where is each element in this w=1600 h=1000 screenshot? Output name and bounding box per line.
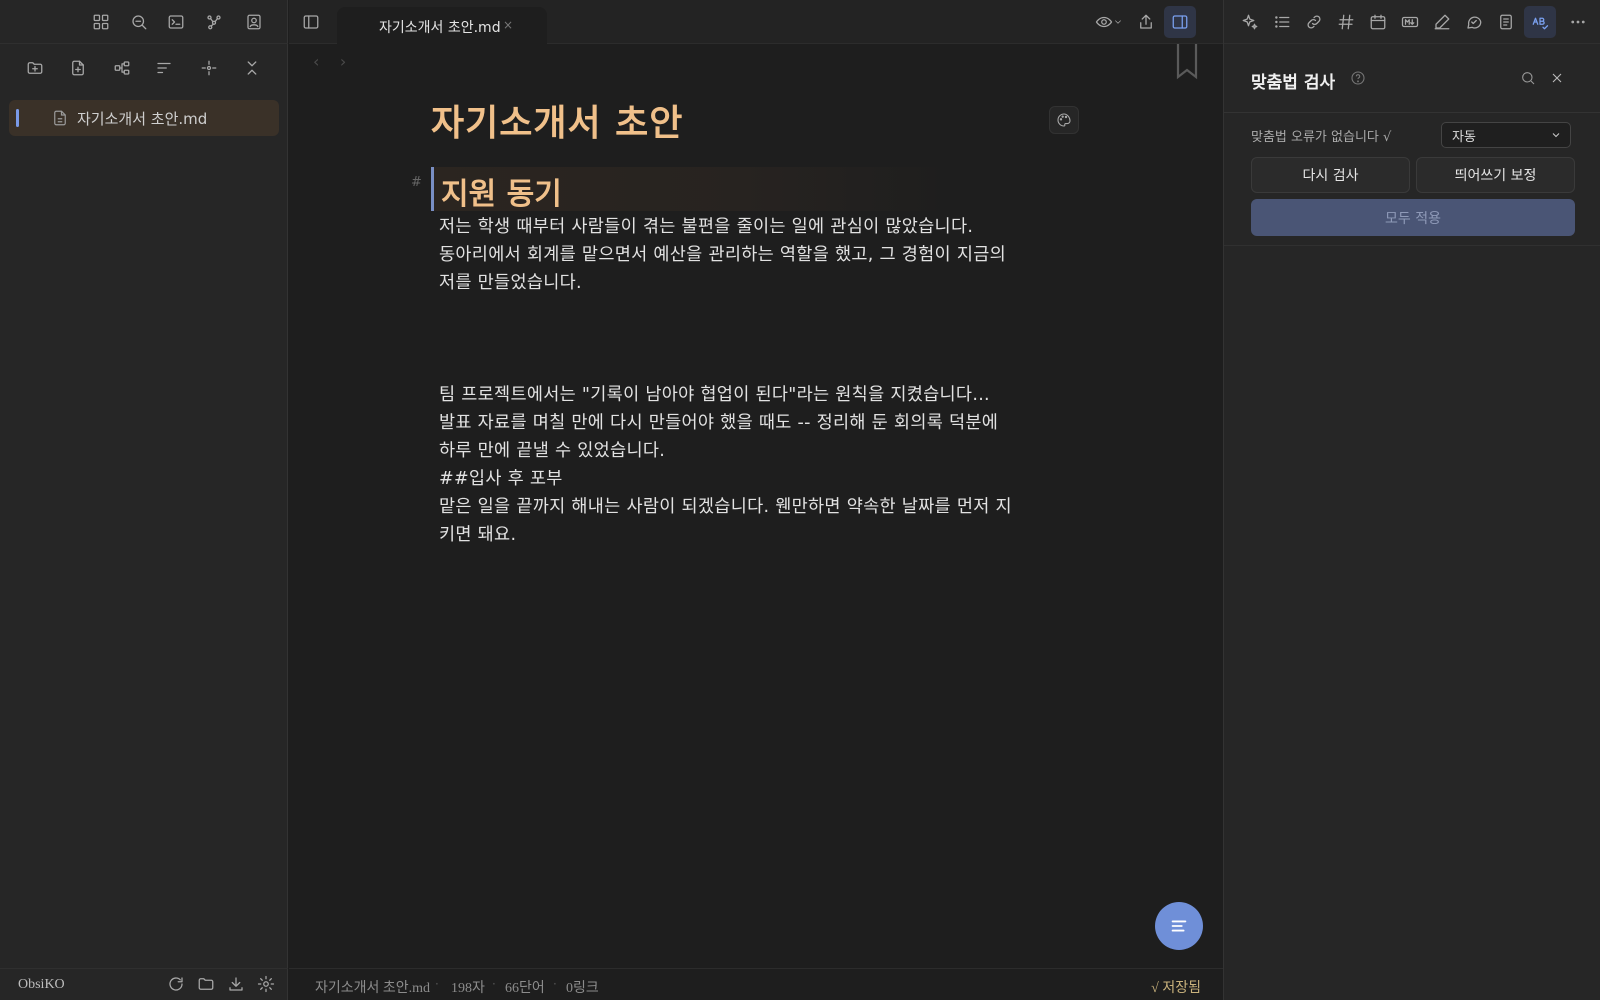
dashboard-icon[interactable] xyxy=(87,8,115,36)
left-footer: ObsiKO xyxy=(0,968,288,1000)
mode-select[interactable]: 자동 xyxy=(1441,122,1571,148)
note-title[interactable]: 자기소개서 초안 xyxy=(431,94,683,146)
graph-icon[interactable] xyxy=(200,8,228,36)
sort-icon[interactable] xyxy=(150,54,178,82)
sidebar-toggle-icon[interactable] xyxy=(297,8,325,36)
tab-title: 자기소개서 초안.md xyxy=(379,20,501,36)
outline-fab-button[interactable] xyxy=(1155,902,1203,950)
pen-icon[interactable] xyxy=(1428,8,1456,36)
note-icon[interactable] xyxy=(1492,8,1520,36)
nav-forward-button[interactable]: › xyxy=(340,52,346,71)
status-separator: · xyxy=(553,977,557,991)
chat-icon[interactable] xyxy=(1460,8,1488,36)
search-icon[interactable] xyxy=(125,8,153,36)
file-tree-item[interactable]: 자기소개서 초안.md xyxy=(9,100,279,136)
focus-icon[interactable] xyxy=(195,54,223,82)
apply-all-button[interactable]: 모두 적용 xyxy=(1251,199,1575,236)
file-tree: 자기소개서 초안.md xyxy=(9,100,279,136)
user-card-icon[interactable] xyxy=(240,8,268,36)
recheck-button[interactable]: 다시 검사 xyxy=(1251,157,1410,193)
settings-icon[interactable] xyxy=(253,971,279,997)
file-toolbar xyxy=(0,54,288,82)
download-icon[interactable] xyxy=(223,971,249,997)
help-icon[interactable] xyxy=(1350,70,1366,86)
right-panel-toggle-icon[interactable] xyxy=(1164,6,1196,38)
status-separator: · xyxy=(435,977,439,991)
text-line[interactable]: 팀 프로젝트에서는 "기록이 남아야 협업이 된다"라는 원칙을 지켰습니다..… xyxy=(439,381,990,406)
more-icon[interactable] xyxy=(1564,8,1592,36)
active-indicator xyxy=(16,109,19,127)
spell-status-text: 맞춤법 오류가 없습니다 √ xyxy=(1251,130,1392,145)
file-icon xyxy=(51,109,69,127)
status-links: 0링크 xyxy=(566,981,599,996)
status-chars: 198자 xyxy=(451,981,485,996)
status-separator: · xyxy=(492,977,496,991)
text-line[interactable]: 키면 돼요. xyxy=(439,521,516,546)
spell-panel-header: 맞춤법 검사 xyxy=(1224,60,1600,100)
palette-icon[interactable] xyxy=(1049,106,1079,134)
heading-row: # 지원 동기 xyxy=(411,167,1011,213)
terminal-icon[interactable] xyxy=(162,8,190,36)
new-note-icon[interactable] xyxy=(64,54,92,82)
text-line[interactable]: 맡은 일을 끝까지 해내는 사람이 되겠습니다. 웬만하면 약속한 날짜를 먼저… xyxy=(439,493,1012,518)
calendar-icon[interactable] xyxy=(1364,8,1392,36)
left-ribbon xyxy=(0,0,288,44)
heading-marker: # xyxy=(411,175,422,190)
tab-bar: 자기소개서 초안.md × xyxy=(289,0,1223,45)
close-icon[interactable] xyxy=(1549,70,1565,86)
vault-name[interactable]: ObsiKO xyxy=(18,977,65,993)
divider xyxy=(1224,245,1600,246)
bookmark-icon[interactable] xyxy=(1175,44,1199,80)
file-tree-item-label: 자기소개서 초안.md xyxy=(77,110,208,128)
right-panel: 맞춤법 검사 맞춤법 오류가 없습니다 √ 자동 다시 검사 띄어쓰기 보정 모… xyxy=(1223,0,1600,1000)
text-line[interactable]: 동아리에서 회계를 맡으면서 예산을 관리하는 역할을 했고, 그 경험이 지금… xyxy=(439,241,1006,266)
tree-view-icon[interactable] xyxy=(108,54,136,82)
status-bar: 자기소개서 초안.md · 198자 · 66단어 · 0링크 √ 저장됨 xyxy=(289,968,1223,1000)
chevron-down-icon xyxy=(1550,129,1562,141)
nav-back-button[interactable]: ‹ xyxy=(313,52,319,71)
reading-mode-icon[interactable] xyxy=(1089,8,1129,36)
text-line[interactable]: 저는 학생 때부터 사람들이 겪는 불편을 줄이는 일에 관심이 많았습니다. xyxy=(439,213,973,238)
spell-panel-title: 맞춤법 검사 xyxy=(1251,73,1336,93)
collapse-icon[interactable] xyxy=(238,54,266,82)
new-folder-icon[interactable] xyxy=(21,54,49,82)
divider xyxy=(1224,112,1600,113)
heading-text[interactable]: 지원 동기 xyxy=(441,169,562,213)
refresh-icon[interactable] xyxy=(163,971,189,997)
left-sidebar: 자기소개서 초안.md ObsiKO xyxy=(0,0,288,1000)
spacing-fix-button[interactable]: 띄어쓰기 보정 xyxy=(1416,157,1575,193)
tab-close-icon[interactable]: × xyxy=(503,18,513,32)
tag-icon[interactable] xyxy=(1332,8,1360,36)
text-line[interactable]: ##입사 후 포부 xyxy=(439,465,563,490)
tab-active-note[interactable]: 자기소개서 초안.md × xyxy=(337,7,547,45)
status-words: 66단어 xyxy=(505,981,545,996)
link-icon[interactable] xyxy=(1300,8,1328,36)
list-icon[interactable] xyxy=(1268,8,1296,36)
text-line[interactable]: 저를 만들었습니다. xyxy=(439,269,582,294)
mode-select-value: 자동 xyxy=(1452,129,1476,145)
text-line[interactable]: 발표 자료를 며칠 만에 다시 만들어야 했을 때도 -- 정리해 둔 회의록 … xyxy=(439,409,998,434)
status-file: 자기소개서 초안.md xyxy=(315,981,431,996)
editor-nav: ‹ › xyxy=(313,52,362,76)
markdown-icon[interactable] xyxy=(1396,8,1424,36)
status-saved: √ 저장됨 xyxy=(1151,981,1201,996)
share-icon[interactable] xyxy=(1132,8,1160,36)
spellcheck-icon[interactable] xyxy=(1524,6,1556,38)
text-line[interactable]: 하루 만에 끝낼 수 있었습니다. xyxy=(439,437,665,462)
folder-icon[interactable] xyxy=(193,971,219,997)
right-toolbar xyxy=(1224,0,1600,44)
sparkle-icon[interactable] xyxy=(1236,8,1264,36)
search-icon[interactable] xyxy=(1520,70,1536,86)
